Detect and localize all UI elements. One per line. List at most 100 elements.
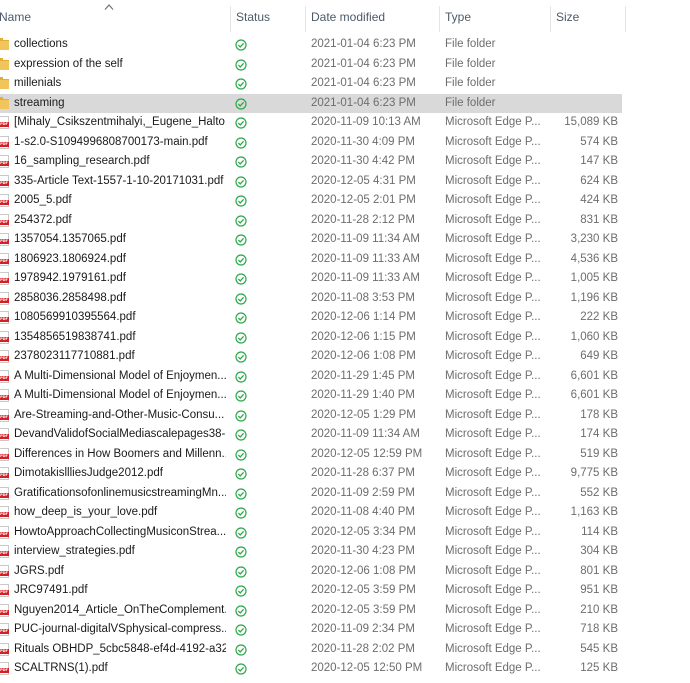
file-name[interactable]: 16_sampling_research.pdf — [14, 152, 226, 172]
file-name[interactable]: interview_strategies.pdf — [14, 542, 226, 562]
file-row[interactable]: 254372.pdf 2020-11-28 2:12 PM Microsoft Ed… — [0, 211, 622, 231]
file-row[interactable]: collections 2021-01-04 6:23 PM File folder — [0, 35, 622, 55]
file-name[interactable]: 1357054.1357065.pdf — [14, 230, 226, 250]
column-header-name[interactable]: Name — [0, 0, 230, 32]
column-header-status[interactable]: Status — [231, 0, 305, 32]
file-row[interactable]: 1354856519838741.pdf 2020-12-06 1:15 PM Mi… — [0, 328, 622, 348]
file-row[interactable]: DimotakisllliesJudge2012.pdf 2020-11-28 6… — [0, 464, 622, 484]
file-name[interactable]: Nguyen2014_Article_OnTheComplement... — [14, 601, 226, 621]
file-type: Microsoft Edge P... — [445, 233, 541, 245]
file-row[interactable]: Nguyen2014_Article_OnTheComplement... 202… — [0, 601, 622, 621]
file-row[interactable]: JRC97491.pdf 2020-12-05 3:59 PM Microsoft … — [0, 581, 622, 601]
file-row[interactable]: 1080569910395564.pdf 2020-12-06 1:14 PM Mi… — [0, 308, 622, 328]
synced-check-icon — [235, 526, 247, 539]
folder-icon — [0, 57, 9, 70]
file-date-modified: 2020-11-09 10:13 AM — [311, 116, 421, 128]
file-name[interactable]: expression of the self — [14, 55, 226, 75]
file-name[interactable]: A Multi-Dimensional Model of Enjoymen... — [14, 386, 226, 406]
synced-check-icon — [235, 409, 247, 422]
file-name[interactable]: DimotakisllliesJudge2012.pdf — [14, 464, 226, 484]
file-size: 15,089 KB — [564, 116, 618, 128]
file-name[interactable]: Differences in How Boomers and Millenn..… — [14, 445, 226, 465]
sync-status-cell — [235, 74, 249, 94]
file-icon-cell — [0, 386, 12, 406]
file-row[interactable]: 1357054.1357065.pdf 2020-11-09 11:34 AM Mi… — [0, 230, 622, 250]
file-icon-cell — [0, 133, 12, 153]
column-divider[interactable] — [625, 6, 626, 32]
synced-check-icon — [235, 253, 247, 266]
file-name[interactable]: [Mihaly_Csikszentmihalyi,_Eugene_Halto..… — [14, 113, 226, 133]
file-name[interactable]: 254372.pdf — [14, 211, 226, 231]
file-row[interactable]: streaming 2021-01-04 6:23 PM File folder — [0, 93, 622, 114]
file-row[interactable]: JGRS.pdf 2020-12-06 1:08 PM Microsoft Edge… — [0, 562, 622, 582]
file-row[interactable]: expression of the self 2021-01-04 6:23 PM… — [0, 55, 622, 75]
pdf-icon — [0, 662, 9, 675]
file-row[interactable]: SCALTRNS(1).pdf 2020-12-05 12:50 PM Micros… — [0, 659, 622, 679]
file-row[interactable]: how_deep_is_your_love.pdf 2020-11-08 4:40… — [0, 503, 622, 523]
file-icon-cell — [0, 113, 12, 133]
sync-status-cell — [235, 211, 249, 231]
column-header-type[interactable]: Type — [440, 0, 550, 32]
pdf-icon — [0, 116, 9, 129]
sync-status-cell — [235, 523, 249, 543]
file-name[interactable]: 1978942.1979161.pdf — [14, 269, 226, 289]
file-row[interactable]: A Multi-Dimensional Model of Enjoymen...… — [0, 367, 622, 387]
file-icon-cell — [0, 35, 12, 55]
sync-status-cell — [235, 269, 249, 289]
file-row[interactable]: 2005_5.pdf 2020-12-05 2:01 PM Microsoft Ed… — [0, 191, 622, 211]
file-row[interactable]: Rituals OBHDP_5cbc5848-ef4d-4192-a32... 2… — [0, 640, 622, 660]
file-name[interactable]: streaming — [14, 94, 226, 114]
pdf-icon — [0, 408, 9, 422]
file-name[interactable]: 1806923.1806924.pdf — [14, 250, 226, 270]
file-name[interactable]: Are-Streaming-and-Other-Music-Consu... — [14, 406, 226, 426]
file-row[interactable]: GratificationsofonlinemusicstreamingMn..… — [0, 484, 622, 504]
file-name[interactable]: 1-s2.0-S1094996808700173-main.pdf — [14, 133, 226, 153]
file-type: File folder — [445, 57, 496, 70]
file-name[interactable]: 2378023117710881.pdf — [14, 347, 226, 367]
synced-check-icon — [235, 214, 247, 227]
file-name[interactable]: PUC-journal-digitalVSphysical-compress..… — [14, 620, 226, 640]
file-row[interactable]: Are-Streaming-and-Other-Music-Consu... 20… — [0, 406, 622, 426]
file-size: 1,196 KB — [570, 291, 618, 304]
file-name[interactable]: GratificationsofonlinemusicstreamingMn..… — [14, 484, 226, 504]
file-name[interactable]: 1080569910395564.pdf — [14, 308, 226, 328]
file-row[interactable]: PUC-journal-digitalVSphysical-compress..… — [0, 620, 622, 640]
file-row[interactable]: 1-s2.0-S1094996808700173-main.pdf 2020-11… — [0, 133, 622, 153]
file-row[interactable]: 2858036.2858498.pdf 2020-11-08 3:53 PM Mic… — [0, 289, 622, 309]
pdf-icon — [0, 623, 9, 636]
file-row[interactable]: 1978942.1979161.pdf 2020-11-09 11:33 AM Mi… — [0, 269, 622, 289]
column-header-date-modified[interactable]: Date modified — [306, 0, 439, 32]
file-row[interactable]: 2378023117710881.pdf 2020-12-06 1:08 PM Mi… — [0, 347, 622, 367]
file-name[interactable]: Rituals OBHDP_5cbc5848-ef4d-4192-a32... — [14, 640, 226, 660]
folder-icon — [0, 96, 9, 109]
column-header-size[interactable]: Size — [551, 0, 625, 32]
file-row[interactable]: 335-Article Text-1557-1-10-20171031.pdf 2… — [0, 172, 622, 192]
file-name[interactable]: how_deep_is_your_love.pdf — [14, 503, 226, 523]
file-name[interactable]: 335-Article Text-1557-1-10-20171031.pdf — [14, 172, 226, 192]
file-name[interactable]: JGRS.pdf — [14, 562, 226, 582]
file-row[interactable]: Differences in How Boomers and Millenn..… — [0, 445, 622, 465]
file-name[interactable]: A Multi-Dimensional Model of Enjoymen... — [14, 367, 226, 387]
file-row[interactable]: millenials 2021-01-04 6:23 PM File folder — [0, 74, 622, 94]
file-name[interactable]: 2005_5.pdf — [14, 191, 226, 211]
file-icon-cell — [0, 503, 12, 523]
file-row[interactable]: interview_strategies.pdf 2020-11-30 4:23 … — [0, 542, 622, 562]
file-row[interactable]: [Mihaly_Csikszentmihalyi,_Eugene_Halto..… — [0, 113, 622, 133]
file-name[interactable]: HowtoApproachCollectingMusiconStrea... — [14, 523, 226, 543]
file-date-modified: 2020-11-08 3:53 PM — [311, 291, 415, 304]
file-name[interactable]: SCALTRNS(1).pdf — [14, 659, 226, 679]
file-name[interactable]: 1354856519838741.pdf — [14, 328, 226, 348]
file-row[interactable]: A Multi-Dimensional Model of Enjoymen...… — [0, 386, 622, 406]
file-row[interactable]: 16_sampling_research.pdf 2020-11-30 4:42 … — [0, 152, 622, 172]
file-row[interactable]: 1806923.1806924.pdf 2020-11-09 11:33 AM Mi… — [0, 250, 622, 270]
sync-status-cell — [235, 484, 249, 504]
file-name[interactable]: 2858036.2858498.pdf — [14, 289, 226, 309]
file-name[interactable]: millenials — [14, 74, 226, 94]
file-row[interactable]: DevandValidofSocialMediascalepages38-...… — [0, 425, 622, 445]
file-date-modified: 2020-11-09 11:34 AM — [311, 233, 420, 245]
file-name[interactable]: JRC97491.pdf — [14, 581, 226, 601]
file-name[interactable]: collections — [14, 35, 226, 55]
file-type: Microsoft Edge P... — [445, 330, 541, 343]
file-row[interactable]: HowtoApproachCollectingMusiconStrea... 20… — [0, 523, 622, 543]
file-name[interactable]: DevandValidofSocialMediascalepages38-... — [14, 425, 226, 445]
